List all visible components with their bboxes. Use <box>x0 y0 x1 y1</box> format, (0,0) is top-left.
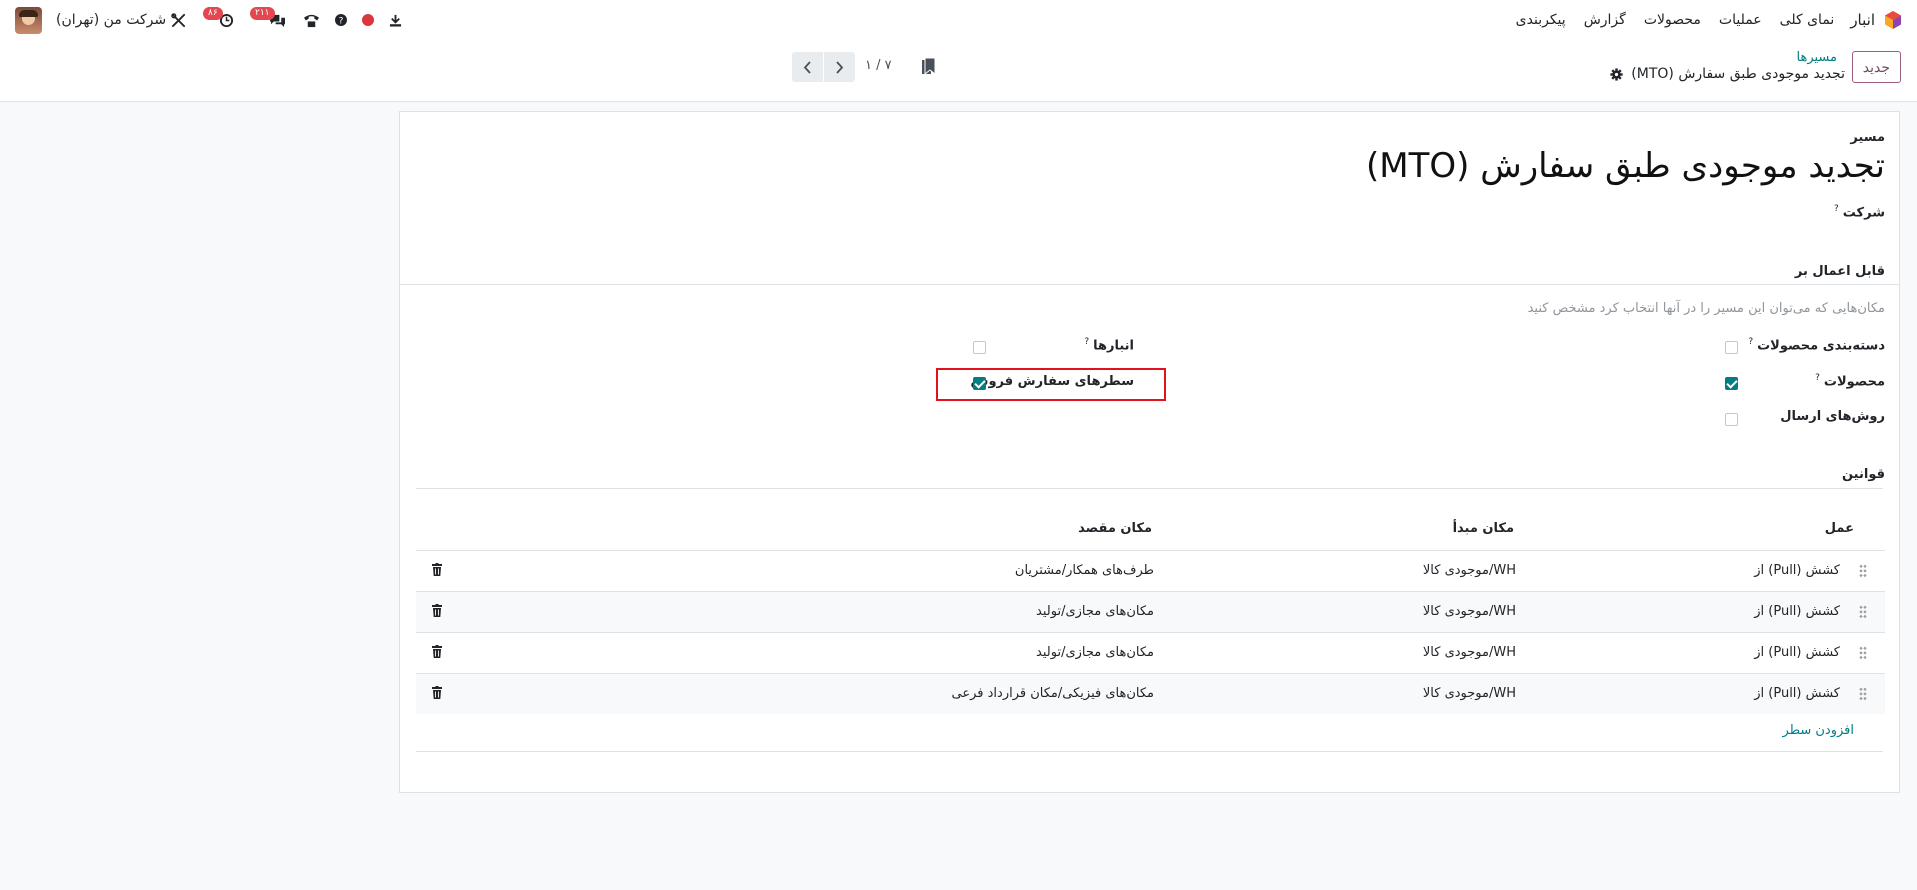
applicable-on-header: قابل اعمال بر <box>1794 264 1885 279</box>
control-panel: جدید مسیرها تجدید موجودی طبق سفارش (MTO)… <box>0 40 1917 102</box>
highlight-box <box>936 368 1166 401</box>
clock-activity-icon[interactable] <box>218 0 234 40</box>
company-field[interactable] <box>1159 198 1739 226</box>
top-navbar: انبار نمای کلی عملیات محصولات گزارش پیکر… <box>0 0 1917 40</box>
drag-handle-icon[interactable] <box>1859 605 1867 619</box>
cell-source-location: WH/موجودی کالا <box>1422 563 1516 578</box>
form-sheet: مسیر تجدید موجودی طبق سفارش (MTO) شرکت? … <box>399 111 1900 793</box>
help-tooltip-icon[interactable]: ? <box>1748 337 1753 347</box>
warehouses-checkbox[interactable] <box>973 341 986 354</box>
warehouses-label-text: انبارها <box>1093 338 1134 354</box>
trash-icon[interactable] <box>432 604 442 617</box>
bookmark-icon[interactable] <box>922 58 935 75</box>
inventory-app-icon[interactable] <box>1883 10 1903 30</box>
drag-handle-icon[interactable] <box>1859 687 1867 701</box>
product-categories-label-text: دسته‌بندی محصولات <box>1757 338 1885 354</box>
pager-previous-button[interactable] <box>792 52 823 82</box>
app-name[interactable]: انبار <box>1850 11 1875 29</box>
pager <box>792 52 855 82</box>
avatar[interactable] <box>15 6 42 34</box>
route-name-field[interactable]: تجدید موجودی طبق سفارش (MTO) <box>1366 146 1885 186</box>
rules-header: قوانین <box>1841 467 1885 482</box>
drag-handle-icon[interactable] <box>1859 564 1867 578</box>
breadcrumb-current: تجدید موجودی طبق سفارش (MTO) <box>1631 66 1845 82</box>
divider <box>416 751 1883 752</box>
messages-badge: ۲۱۱ <box>250 7 275 20</box>
cell-destination-location: مکان‌های مجازی/تولید <box>1036 645 1154 660</box>
menu-configuration[interactable]: پیکربندی <box>1516 12 1566 28</box>
breadcrumb-routes[interactable]: مسیرها <box>1797 50 1837 65</box>
cell-destination-location: طرف‌های همکار/مشتریان <box>1014 563 1154 578</box>
company-switcher[interactable]: شرکت من (تهران) <box>56 12 166 28</box>
svg-text:?: ? <box>339 17 344 27</box>
systray-user: شرکت من (تهران) <box>15 0 166 40</box>
product-categories-label: دسته‌بندی محصولات? <box>1748 337 1885 353</box>
products-checkbox[interactable] <box>1725 377 1738 390</box>
debug-tools-icon[interactable] <box>170 0 186 40</box>
help-tooltip-icon[interactable]: ? <box>1084 337 1089 347</box>
chevron-left-icon <box>803 60 811 74</box>
shipping-methods-checkbox[interactable] <box>1725 413 1738 426</box>
products-label: محصولات? <box>1815 373 1885 389</box>
table-row[interactable]: کشش (Pull) از WH/موجودی کالا مکان‌های مجاز… <box>416 591 1885 632</box>
product-categories-checkbox[interactable] <box>1725 341 1738 354</box>
help-tooltip-icon[interactable]: ? <box>1834 204 1839 214</box>
cell-action: کشش (Pull) از <box>1754 604 1840 619</box>
applicable-hint: مکان‌هایی که می‌توان این مسیر را در آنها… <box>1527 301 1885 316</box>
menu-products[interactable]: محصولات <box>1644 12 1701 28</box>
divider <box>400 284 1899 285</box>
trash-icon[interactable] <box>432 563 442 576</box>
table-row[interactable]: کشش (Pull) از WH/موجودی کالا مکان‌های فیزی… <box>416 673 1885 714</box>
new-button[interactable]: جدید <box>1851 51 1901 83</box>
cell-destination-location: مکان‌های فیزیکی/مکان قرارداد فرعی <box>951 686 1154 701</box>
breadcrumb: تجدید موجودی طبق سفارش (MTO) <box>1610 66 1845 82</box>
menu-operations[interactable]: عملیات <box>1719 12 1762 28</box>
menu-reporting[interactable]: گزارش <box>1584 12 1626 28</box>
activity-badge: ۸۶ <box>203 7 223 20</box>
cell-action: کشش (Pull) از <box>1754 645 1840 660</box>
cell-action: کشش (Pull) از <box>1754 686 1840 701</box>
pager-value[interactable]: ۱ / ۷ <box>865 58 892 73</box>
cell-action: کشش (Pull) از <box>1754 563 1840 578</box>
divider <box>416 488 1883 489</box>
column-source-location[interactable]: مکان مبدأ <box>1453 521 1514 536</box>
column-destination-location[interactable]: مکان مقصد <box>1078 521 1152 536</box>
cell-destination-location: مکان‌های مجازی/تولید <box>1036 604 1154 619</box>
table-row[interactable]: کشش (Pull) از WH/موجودی کالا طرف‌های همکار… <box>416 550 1885 591</box>
cell-source-location: WH/موجودی کالا <box>1422 604 1516 619</box>
company-label: شرکت? <box>1834 204 1885 220</box>
help-icon[interactable]: ? <box>334 0 348 40</box>
warehouses-label: انبارها? <box>1084 337 1134 353</box>
messages-icon[interactable] <box>268 0 286 40</box>
record-icon[interactable] <box>361 0 375 40</box>
pager-next-button[interactable] <box>824 52 855 82</box>
column-action[interactable]: عمل <box>1825 521 1854 536</box>
drag-handle-icon[interactable] <box>1859 646 1867 660</box>
menu-overview[interactable]: نمای کلی <box>1780 12 1835 28</box>
help-tooltip-icon[interactable]: ? <box>1815 373 1820 383</box>
company-label-text: شرکت <box>1842 205 1885 221</box>
main-menu: انبار نمای کلی عملیات محصولات گزارش پیکر… <box>1498 0 1903 40</box>
table-row[interactable]: کشش (Pull) از WH/موجودی کالا مکان‌های مجاز… <box>416 632 1885 673</box>
phone-icon[interactable] <box>302 0 320 40</box>
products-label-text: محصولات <box>1823 374 1885 390</box>
trash-icon[interactable] <box>432 686 442 699</box>
trash-icon[interactable] <box>432 645 442 658</box>
shipping-methods-label: روش‌های ارسال <box>1780 409 1885 424</box>
gear-icon[interactable] <box>1610 67 1623 81</box>
cell-source-location: WH/موجودی کالا <box>1422 686 1516 701</box>
download-icon[interactable] <box>388 0 402 40</box>
chevron-right-icon <box>836 60 844 74</box>
add-line-button[interactable]: افزودن سطر <box>1783 723 1854 738</box>
cell-source-location: WH/موجودی کالا <box>1422 645 1516 660</box>
route-label: مسیر <box>1850 130 1885 145</box>
